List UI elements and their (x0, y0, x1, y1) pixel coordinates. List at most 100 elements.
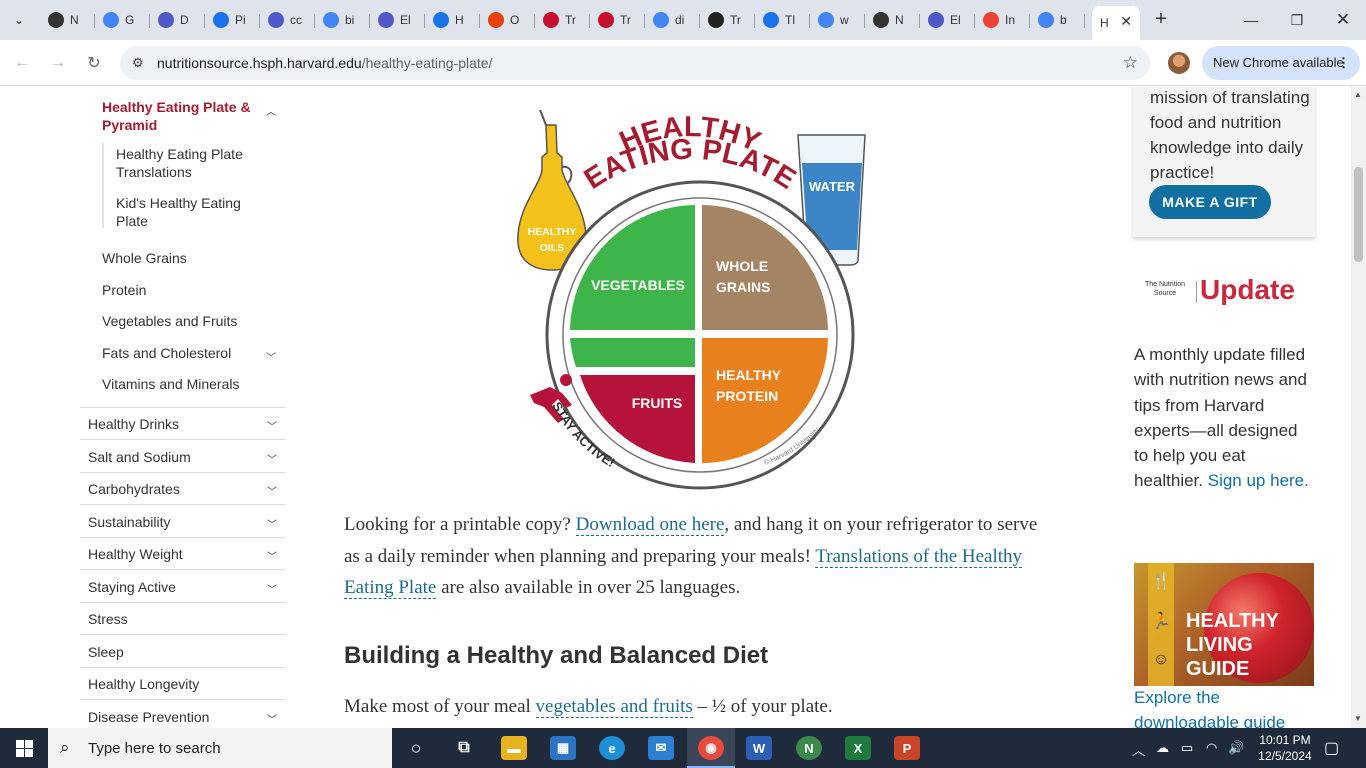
new-tab-button[interactable]: + (1150, 8, 1172, 30)
browser-tab[interactable]: In (975, 6, 1030, 34)
sidebar-item[interactable]: Healthy Drinks ﹀ (80, 408, 285, 440)
windows-start-button[interactable] (0, 728, 48, 768)
cortana-icon[interactable]: ○ (403, 736, 429, 760)
sidebar-item[interactable]: Carbohydrates ﹀ (80, 473, 285, 505)
vegetables-fruits-link[interactable]: vegetables and fruits (535, 696, 693, 718)
active-tab[interactable]: H ✕ (1092, 6, 1140, 40)
new-chrome-available-button[interactable]: New Chrome available ⋮ (1202, 46, 1360, 80)
task-view-icon[interactable]: ⧉ (451, 736, 477, 760)
volume-icon[interactable]: 🔊 (1228, 740, 1244, 756)
chevron-down-icon[interactable]: ﹀ (267, 483, 277, 498)
browser-tab[interactable]: Tr (590, 6, 645, 34)
browser-tab[interactable]: N (40, 6, 95, 34)
chevron-down-icon[interactable]: ﹀ (267, 711, 277, 726)
browser-tab[interactable]: Tr (535, 6, 590, 34)
close-window-button[interactable]: ✕ (1320, 0, 1366, 40)
bookmark-star-icon[interactable]: ☆ (1123, 53, 1138, 73)
tray-chevron-icon[interactable]: ︿ (1132, 740, 1145, 759)
store-icon[interactable]: ▦ (550, 736, 576, 760)
onedrive-icon[interactable]: ☁ (1156, 740, 1169, 756)
sidebar-active-item[interactable]: Healthy Eating Plate & Pyramid (102, 98, 252, 134)
sidebar-item[interactable]: Salt and Sodium ﹀ (80, 441, 285, 473)
browser-tab[interactable]: Pi (205, 6, 260, 34)
make-a-gift-button[interactable]: MAKE A GIFT (1149, 185, 1271, 219)
tab-search-button[interactable]: ⌄ (6, 8, 32, 32)
browser-tab[interactable]: w (810, 6, 865, 34)
tab-title: N (70, 13, 79, 27)
file-explorer-icon[interactable]: ▬ (501, 736, 527, 760)
browser-tab[interactable]: El (370, 6, 425, 34)
mail-icon[interactable]: ✉ (648, 736, 674, 760)
healthy-living-guide-image[interactable]: 🍴 🏃 ☺ HEALTHY LIVING GUIDE (1134, 563, 1314, 686)
chevron-down-icon[interactable]: ﹀ (267, 451, 277, 466)
browser-tab[interactable]: G (95, 6, 150, 34)
taskbar-search[interactable]: ⌕ Type here to search (48, 728, 392, 768)
sidebar-section-item[interactable]: Protein (102, 282, 146, 298)
sign-up-link[interactable]: Sign up here. (1208, 471, 1309, 490)
chrome-profile-icon[interactable]: N (796, 736, 822, 760)
menu-dots-icon[interactable]: ⋮ (1337, 46, 1350, 80)
browser-tab[interactable]: cc (260, 6, 315, 34)
site-info-icon[interactable]: ⚙ (132, 55, 148, 71)
sidebar-section-item[interactable]: Vegetables and Fruits (102, 313, 237, 329)
chevron-down-icon[interactable]: ﹀ (267, 581, 277, 596)
chevron-up-icon[interactable]: ︿ (266, 103, 276, 118)
sidebar-item[interactable]: Sustainability ﹀ (80, 506, 285, 538)
browser-tab[interactable]: D (150, 6, 205, 34)
scroll-down-icon[interactable]: ▼ (1354, 714, 1362, 723)
sidebar-item[interactable]: Staying Active ﹀ (80, 571, 285, 603)
chevron-down-icon[interactable]: ﹀ (266, 349, 276, 364)
sidebar-item[interactable]: Disease Prevention ﹀ (80, 701, 285, 729)
browser-tab[interactable]: El (920, 6, 975, 34)
download-link[interactable]: Download one here (575, 514, 725, 536)
powerpoint-icon[interactable]: P (894, 736, 920, 760)
notifications-icon[interactable]: ▢ (1324, 738, 1339, 758)
chevron-down-icon[interactable]: ﹀ (267, 418, 277, 433)
sidebar-item[interactable]: Healthy Weight ﹀ (80, 538, 285, 570)
sidebar-section-item[interactable]: Fats and Cholesterol (102, 345, 231, 361)
url-text[interactable]: nutritionsource.hsph.harvard.edu/healthy… (157, 55, 492, 71)
sidebar-item[interactable]: Stress (80, 603, 285, 635)
chevron-down-icon[interactable]: ﹀ (267, 516, 277, 531)
explore-guide-link[interactable]: Explore the downloadable guide (1134, 685, 1316, 728)
browser-tab[interactable]: bi (315, 6, 370, 34)
word-icon[interactable]: W (746, 736, 772, 760)
google-icon (1038, 12, 1054, 28)
google-icon (653, 12, 669, 28)
browser-tab[interactable]: Tl (755, 6, 810, 34)
battery-icon[interactable]: ▭ (1181, 740, 1193, 756)
wifi-icon[interactable]: ◠ (1206, 740, 1217, 756)
sidebar-item[interactable]: Healthy Longevity (80, 668, 285, 700)
browser-tab[interactable]: O (480, 6, 535, 34)
edge-icon[interactable]: e (599, 736, 625, 760)
sidebar-section-item[interactable]: Vitamins and Minerals (102, 376, 239, 392)
sidebar-section-item[interactable]: Whole Grains (102, 250, 187, 266)
nutrition-source-update-logo: The Nutrition Source Update (1134, 274, 1314, 311)
sidebar-item-label: Staying Active (88, 578, 176, 595)
minimize-button[interactable]: — (1228, 0, 1274, 40)
browser-tab[interactable]: Tr (700, 6, 755, 34)
sidebar-item-label: Healthy Drinks (88, 416, 180, 432)
back-button[interactable]: ← (10, 51, 34, 75)
address-bar[interactable]: ⚙ nutritionsource.hsph.harvard.edu/healt… (120, 46, 1150, 80)
page-scrollbar[interactable]: ▲ ▼ (1351, 87, 1366, 728)
browser-tab[interactable]: di (645, 6, 700, 34)
chrome-icon[interactable]: ◉ (698, 736, 724, 760)
browser-tab[interactable]: H (425, 6, 480, 34)
chevron-down-icon[interactable]: ﹀ (267, 548, 277, 563)
close-tab-icon[interactable]: ✕ (1120, 13, 1132, 30)
sidebar-subitem[interactable]: Healthy Eating Plate Translations (116, 145, 251, 181)
reload-button[interactable]: ↻ (82, 51, 106, 75)
system-clock[interactable]: 10:01 PM 12/5/2024 (1250, 732, 1320, 764)
profile-avatar[interactable] (1168, 52, 1190, 74)
browser-tab[interactable]: b (1030, 6, 1085, 34)
excel-icon[interactable]: X (845, 736, 871, 760)
chatgpt-icon (213, 12, 229, 28)
restore-button[interactable]: ❐ (1274, 0, 1320, 40)
scroll-thumb[interactable] (1354, 167, 1363, 262)
forward-button[interactable]: → (46, 51, 70, 75)
sidebar-subitem[interactable]: Kid's Healthy Eating Plate (116, 194, 251, 230)
browser-tab[interactable]: N (865, 6, 920, 34)
sidebar-item[interactable]: Sleep (80, 636, 285, 668)
scroll-up-icon[interactable]: ▲ (1354, 90, 1362, 99)
